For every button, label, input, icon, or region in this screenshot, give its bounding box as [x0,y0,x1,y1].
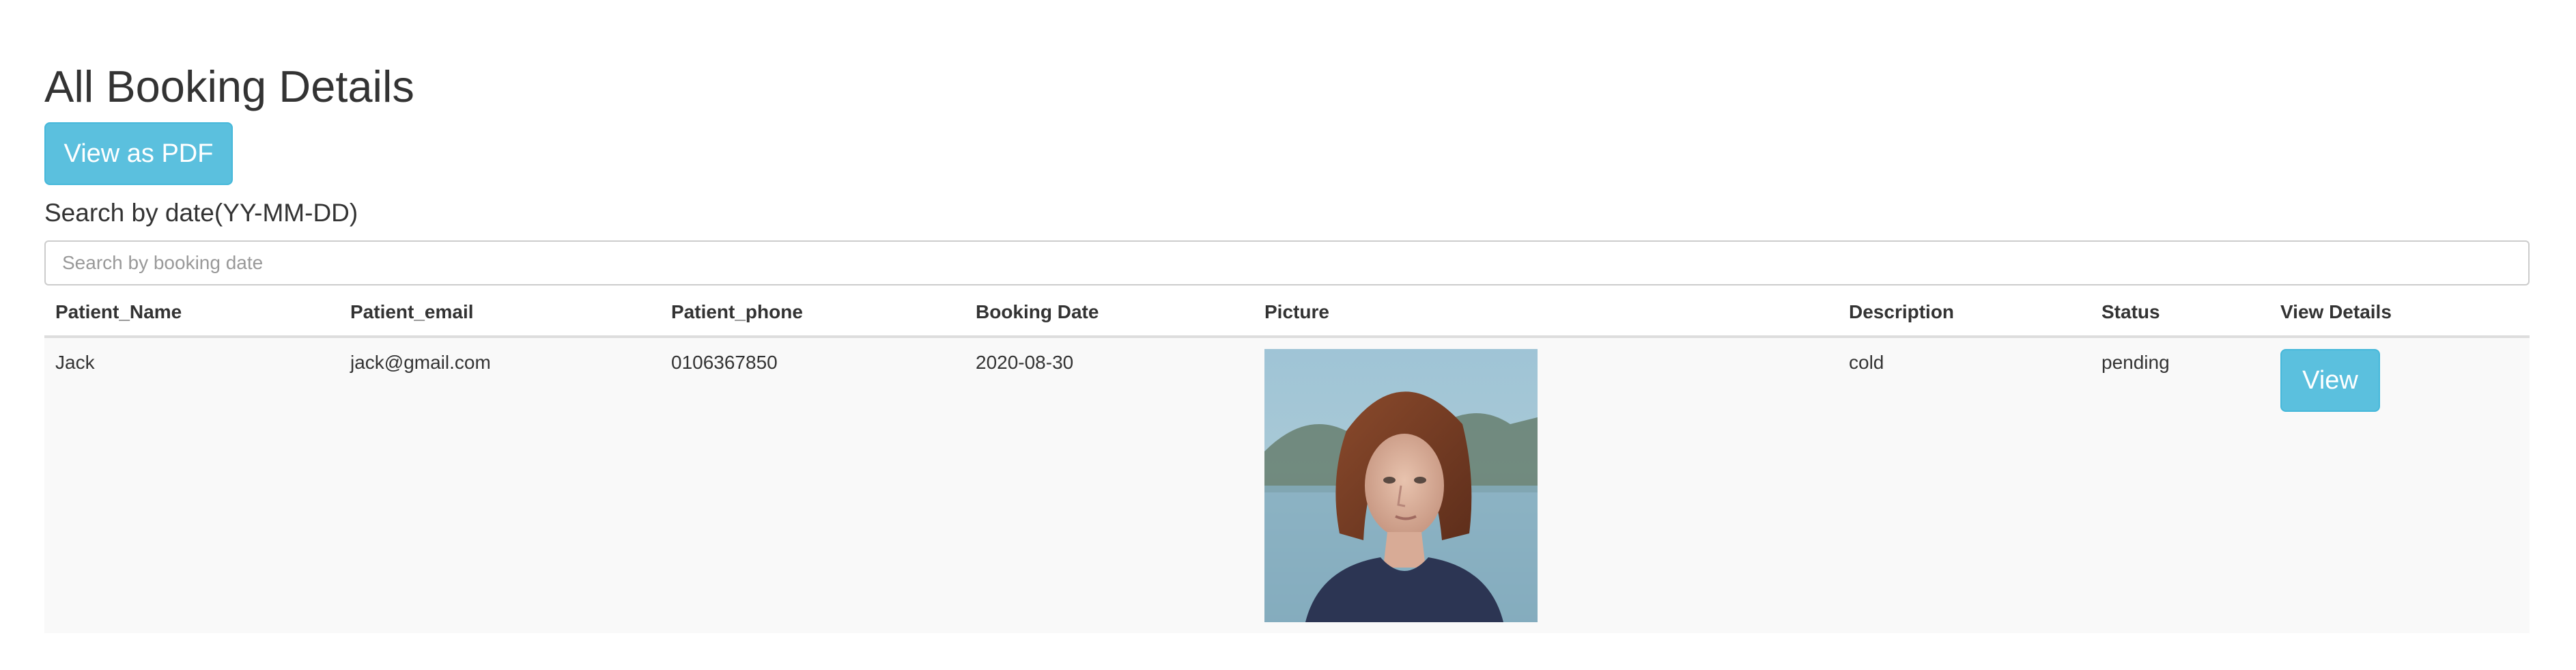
search-by-date-input[interactable] [44,240,2530,285]
booking-table: Patient_Name Patient_email Patient_phone… [44,290,2530,633]
booking-details-page: All Booking Details View as PDF Search b… [0,0,2576,670]
patient-photo [1264,349,1538,622]
patient-phone-cell: 0106367850 [671,352,778,373]
booking-date-cell: 2020-08-30 [976,352,1074,373]
table-row: Jack jack@gmail.com 0106367850 2020-08-3… [44,338,2530,633]
search-label: Search by date(YY-MM-DD) [44,199,358,227]
column-header-status: Status [2101,301,2160,322]
description-cell: cold [1849,352,1884,373]
column-header-patient-name: Patient_Name [55,301,182,322]
column-header-booking-date: Booking Date [976,301,1099,322]
patient-email-cell: jack@gmail.com [350,352,491,373]
view-as-pdf-button[interactable]: View as PDF [44,122,233,185]
page-title: All Booking Details [44,61,414,111]
status-cell: pending [2101,352,2170,373]
table-header: Patient_Name Patient_email Patient_phone… [44,290,2530,338]
view-details-button[interactable]: View [2280,349,2380,412]
patient-name-cell: Jack [55,352,95,373]
column-header-patient-email: Patient_email [350,301,474,322]
column-header-description: Description [1849,301,1955,322]
column-header-picture: Picture [1264,301,1329,322]
column-header-patient-phone: Patient_phone [671,301,803,322]
column-header-view-details: View Details [2280,301,2392,322]
